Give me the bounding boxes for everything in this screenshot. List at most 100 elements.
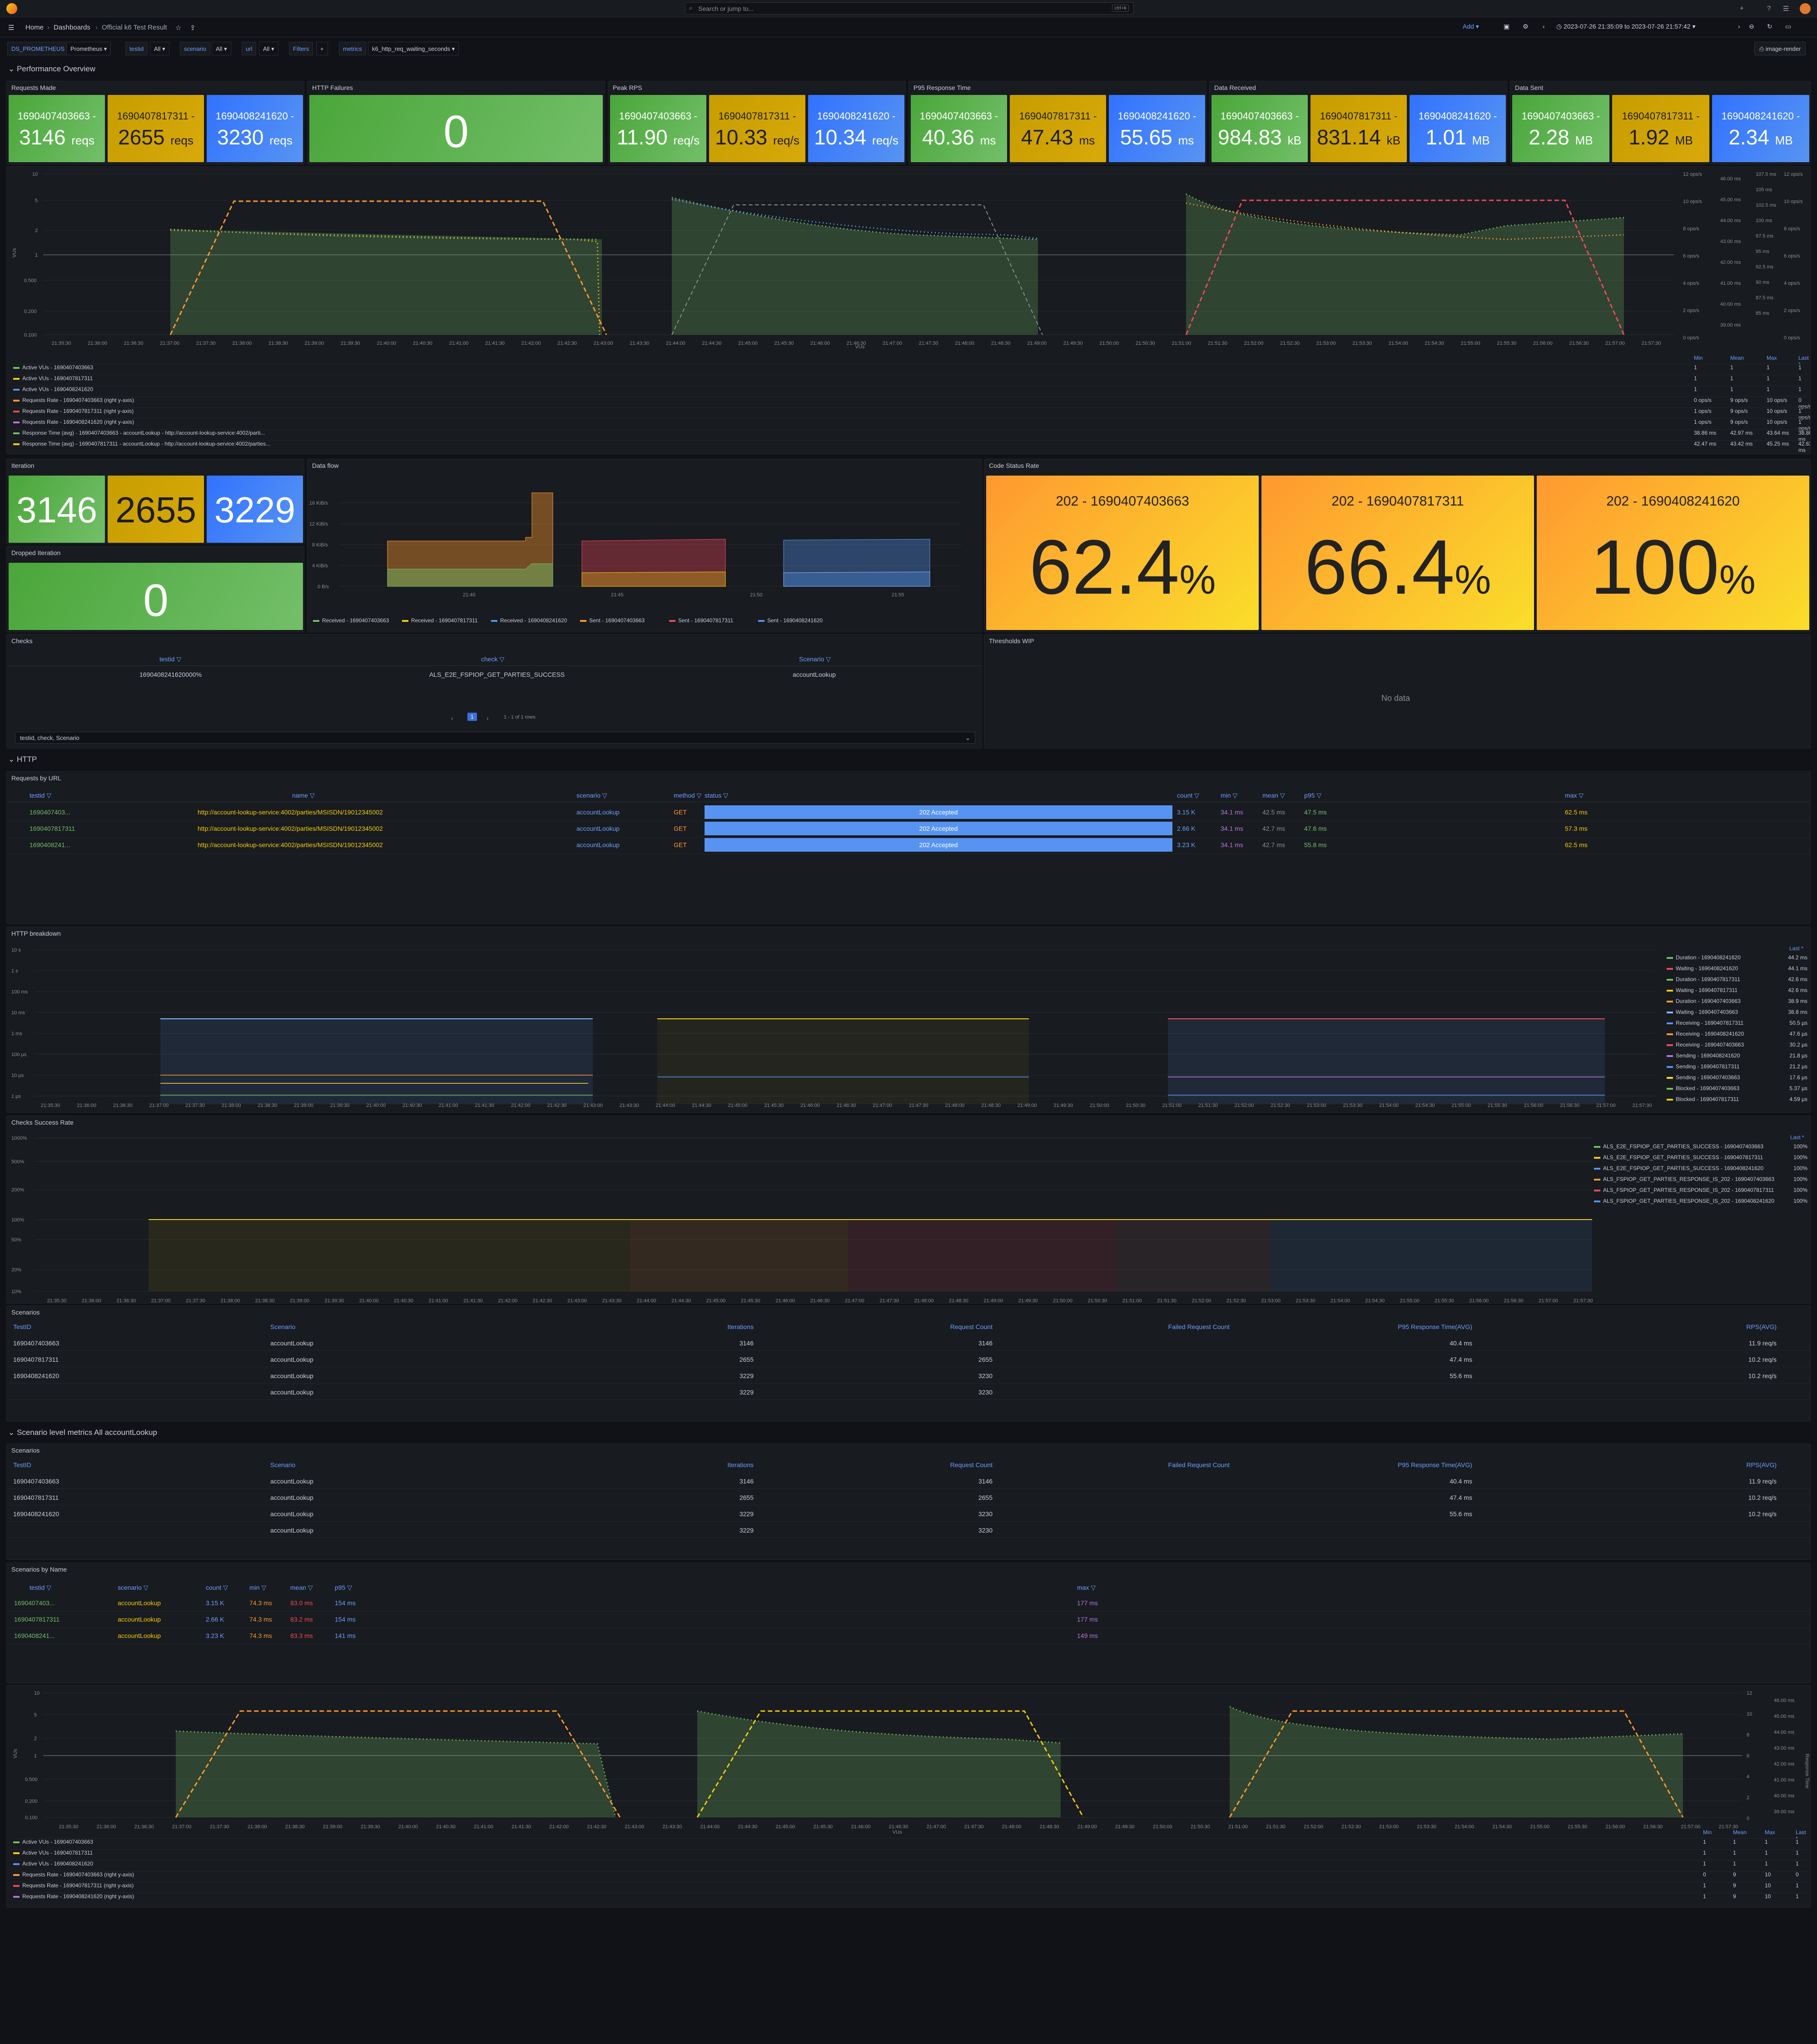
- legend-item[interactable]: Waiting - 1690408241620 44.1 ms: [1667, 965, 1807, 975]
- image-render-button[interactable]: ⎙ image-render: [1754, 42, 1806, 55]
- legend-item[interactable]: Requests Rate - 1690408241620 (right y-a…: [13, 418, 1810, 432]
- pager-prev-icon[interactable]: ‹: [451, 714, 453, 722]
- settings-icon[interactable]: ⚙: [1523, 23, 1529, 30]
- rbu-col-min[interactable]: min ▽: [1221, 792, 1237, 799]
- news-icon[interactable]: ☰: [1783, 5, 1789, 13]
- legend-item[interactable]: ALS_E2E_FSPIOP_GET_PARTIES_SUCCESS - 169…: [1594, 1143, 1807, 1153]
- pager-page[interactable]: 1: [467, 713, 477, 721]
- legend-item[interactable]: Response Time (avg) - 1690407403663 - ac…: [13, 429, 1810, 442]
- breadcrumb-home[interactable]: Home: [25, 24, 44, 31]
- search-input[interactable]: ⌕ Search or jump to... ctrl+k: [685, 2, 1134, 15]
- legend-item[interactable]: Waiting - 1690407817311 42.6 ms: [1667, 987, 1807, 997]
- time-forward-icon[interactable]: ›: [1738, 23, 1740, 30]
- legend-item[interactable]: Duration - 1690407817311 42.6 ms: [1667, 976, 1807, 986]
- scen-col-header[interactable]: P95 Response Time(AVG): [1381, 1461, 1472, 1469]
- add-button[interactable]: Add ▾: [1463, 23, 1479, 30]
- scen-col-header[interactable]: TestID: [13, 1461, 31, 1469]
- col-testid[interactable]: testid ▽: [159, 655, 181, 663]
- vus2-legend-header[interactable]: Min: [1703, 1829, 1712, 1836]
- sbn-col-header[interactable]: mean ▽: [290, 1584, 313, 1592]
- view-mode-icon[interactable]: ▭: [1785, 23, 1791, 30]
- col-scenario[interactable]: Scenario ▽: [799, 655, 831, 663]
- scen-col-header[interactable]: RPS(AVG): [1686, 1461, 1777, 1469]
- zoom-out-icon[interactable]: ⊖: [1749, 23, 1754, 30]
- rbu-col-scenario[interactable]: scenario ▽: [576, 792, 607, 799]
- scen-col-header[interactable]: Failed Request Count: [1139, 1323, 1230, 1330]
- legend-item[interactable]: Active VUs - 1690407403663 1 1 1 1: [13, 1838, 1807, 1848]
- scen-col-header[interactable]: Iterations: [663, 1323, 754, 1330]
- legend-item[interactable]: Duration - 1690408241620 44.2 ms: [1667, 954, 1807, 964]
- time-back-icon[interactable]: ‹: [1543, 23, 1545, 30]
- vus2-legend-header[interactable]: Mean: [1733, 1829, 1747, 1836]
- legend-item[interactable]: Duration - 1690407403663 38.9 ms: [1667, 998, 1807, 1008]
- legend-item[interactable]: Requests Rate - 1690407403663 (right y-a…: [13, 397, 1810, 410]
- legend-item[interactable]: Requests Rate - 1690407403663 (right y-a…: [13, 1871, 1807, 1881]
- rbu-col-count[interactable]: count ▽: [1177, 792, 1199, 799]
- legend-item[interactable]: Active VUs - 1690408241620 1 1 1 1: [13, 1860, 1807, 1870]
- vus2-legend-header[interactable]: Max: [1765, 1829, 1775, 1836]
- add-filter-button[interactable]: +: [316, 42, 328, 55]
- legend-item[interactable]: Requests Rate - 1690408241620 (right y-a…: [13, 1893, 1807, 1903]
- pager-next-icon[interactable]: ›: [487, 714, 489, 722]
- scen-col-header[interactable]: Scenario: [270, 1461, 295, 1469]
- legend-item[interactable]: Blocked - 1690407403663 5.37 µs: [1667, 1085, 1807, 1095]
- sbn-col-header[interactable]: min ▽: [249, 1584, 266, 1592]
- help-icon[interactable]: ?: [1767, 5, 1771, 12]
- vus-legend-header[interactable]: Max: [1767, 355, 1777, 361]
- var-select-ds[interactable]: Prometheus ▾: [66, 42, 111, 55]
- rbu-col-name[interactable]: name ▽: [292, 792, 315, 799]
- dataflow-legend-item[interactable]: Sent - 1690407403663: [580, 617, 645, 624]
- share-icon[interactable]: ⇪: [190, 24, 196, 32]
- var-select-scenario[interactable]: All ▾: [212, 42, 231, 55]
- legend-item[interactable]: Active VUs - 1690408241620 1 1 1 1: [13, 386, 1807, 396]
- scen-col-header[interactable]: P95 Response Time(AVG): [1381, 1323, 1472, 1330]
- rbu-col-max[interactable]: max ▽: [1565, 792, 1584, 799]
- sbn-col-header[interactable]: testid ▽: [30, 1584, 51, 1592]
- var-select-testid[interactable]: All ▾: [150, 42, 169, 55]
- legend-item[interactable]: Receiving - 1690407817311 50.5 µs: [1667, 1020, 1807, 1030]
- sbn-col-header[interactable]: scenario ▽: [118, 1584, 149, 1592]
- dataflow-legend-item[interactable]: Sent - 1690407817311: [669, 617, 733, 624]
- dataflow-legend-item[interactable]: Sent - 1690408241620: [758, 617, 823, 624]
- legend-item[interactable]: ALS_FSPIOP_GET_PARTIES_RESPONSE_IS_202 -…: [1594, 1187, 1807, 1197]
- hb-legend-header[interactable]: Last *: [1789, 945, 1803, 952]
- scen-col-header[interactable]: Request Count: [902, 1461, 993, 1469]
- rbu-col-method[interactable]: method ▽: [674, 792, 701, 799]
- dataflow-legend-item[interactable]: Received - 1690407403663: [313, 617, 389, 624]
- var-select-metrics[interactable]: k6_http_req_waiting_seconds ▾: [368, 42, 459, 55]
- legend-item[interactable]: ALS_E2E_FSPIOP_GET_PARTIES_SUCCESS - 169…: [1594, 1154, 1807, 1164]
- scen-col-header[interactable]: RPS(AVG): [1686, 1323, 1777, 1330]
- legend-item[interactable]: Sending - 1690408241620 21.8 µs: [1667, 1052, 1807, 1062]
- scen-col-header[interactable]: Request Count: [902, 1323, 993, 1330]
- legend-item[interactable]: Waiting - 1690407403663 38.8 ms: [1667, 1009, 1807, 1019]
- scen-col-header[interactable]: Scenario: [270, 1323, 295, 1330]
- rbu-cell[interactable]: http://account-lookup-service:4002/parti…: [198, 825, 383, 832]
- vus-legend-header[interactable]: Min: [1694, 355, 1703, 361]
- rbu-cell[interactable]: http://account-lookup-service:4002/parti…: [198, 841, 383, 848]
- scen-col-header[interactable]: Failed Request Count: [1139, 1461, 1230, 1469]
- col-check[interactable]: check ▽: [481, 655, 504, 663]
- save-icon[interactable]: ▣: [1504, 23, 1509, 30]
- legend-item[interactable]: Sending - 1690407403663 17.6 µs: [1667, 1074, 1807, 1084]
- sbn-col-header[interactable]: p95 ▽: [335, 1584, 352, 1592]
- scen-col-header[interactable]: TestID: [13, 1323, 31, 1330]
- dataflow-legend-item[interactable]: Received - 1690408241620: [491, 617, 567, 624]
- legend-item[interactable]: ALS_FSPIOP_GET_PARTIES_RESPONSE_IS_202 -…: [1594, 1198, 1807, 1208]
- time-range-picker[interactable]: ◷ 2023-07-26 21:35:09 to 2023-07-26 21:5…: [1556, 23, 1695, 30]
- legend-item[interactable]: Sending - 1690407817311 21.2 µs: [1667, 1063, 1807, 1073]
- rbu-col-status[interactable]: status ▽: [705, 792, 728, 799]
- checks-footer-select[interactable]: testid, check, Scenario ⌄: [15, 732, 975, 744]
- var-select-url[interactable]: All ▾: [259, 42, 278, 55]
- rbu-col-testid[interactable]: testid ▽: [30, 792, 51, 799]
- row-scenario-level[interactable]: ⌄ Scenario level metrics All accountLook…: [8, 1428, 157, 1437]
- breadcrumb-dashboards[interactable]: Dashboards: [54, 24, 90, 31]
- legend-item[interactable]: Active VUs - 1690407817311 1 1 1 1: [13, 375, 1807, 385]
- sbn-col-header[interactable]: count ▽: [206, 1584, 228, 1592]
- legend-item[interactable]: ALS_E2E_FSPIOP_GET_PARTIES_SUCCESS - 169…: [1594, 1165, 1807, 1175]
- legend-item[interactable]: Requests Rate - 1690407817311 (right y-a…: [13, 407, 1810, 421]
- rbu-col-p95[interactable]: p95 ▽: [1304, 792, 1321, 799]
- avatar[interactable]: [1800, 3, 1811, 14]
- legend-item[interactable]: Requests Rate - 1690407817311 (right y-a…: [13, 1882, 1807, 1892]
- menu-icon[interactable]: ☰: [8, 24, 14, 32]
- row-http[interactable]: ⌄ HTTP: [8, 755, 37, 764]
